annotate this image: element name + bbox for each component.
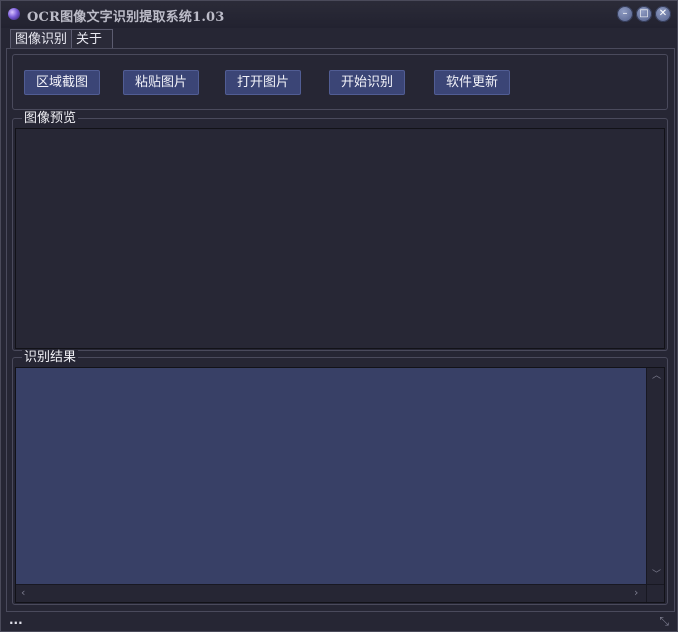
vertical-scrollbar[interactable]: ︿ ﹀: [647, 368, 664, 584]
result-box: ︿ ﹀ ‹ ›: [15, 367, 665, 603]
title-bar[interactable]: OCR图像文字识别提取系统1.03 – □ ✕: [1, 1, 677, 28]
maximize-button[interactable]: □: [636, 6, 652, 22]
scroll-right-icon[interactable]: ›: [634, 587, 638, 598]
close-button[interactable]: ✕: [655, 6, 671, 22]
software-update-button[interactable]: 软件更新: [434, 70, 510, 95]
scroll-down-icon[interactable]: ﹀: [652, 570, 661, 580]
tab-image-recognition[interactable]: 图像识别: [10, 29, 75, 50]
preview-group: 图像预览: [12, 111, 668, 351]
scroll-corner: [647, 585, 664, 602]
region-capture-button[interactable]: 区域截图: [24, 70, 100, 95]
resize-grip-icon[interactable]: ⤡: [659, 614, 669, 629]
result-label: 识别结果: [22, 350, 79, 365]
paste-image-button[interactable]: 粘贴图片: [123, 70, 199, 95]
result-textarea[interactable]: [16, 368, 646, 584]
app-window: OCR图像文字识别提取系统1.03 – □ ✕ 图像识别 关于 区域截图 粘贴图…: [0, 0, 678, 632]
preview-label: 图像预览: [22, 111, 79, 126]
scroll-left-icon[interactable]: ‹: [21, 587, 25, 598]
minimize-button[interactable]: –: [617, 6, 633, 22]
status-text: ...: [9, 613, 23, 627]
result-group: 识别结果 ︿ ﹀ ‹ ›: [12, 350, 668, 605]
horizontal-scrollbar[interactable]: ‹ ›: [16, 585, 646, 602]
tab-about[interactable]: 关于: [71, 29, 113, 49]
start-recognition-button[interactable]: 开始识别: [329, 70, 405, 95]
window-title: OCR图像文字识别提取系统1.03: [27, 10, 225, 25]
toolbar: 区域截图 粘贴图片 打开图片 开始识别 软件更新: [12, 54, 668, 110]
status-bar: ... ⤡: [1, 612, 677, 631]
app-logo-icon: [8, 8, 20, 20]
image-preview: [15, 128, 665, 349]
tab-content: 区域截图 粘贴图片 打开图片 开始识别 软件更新 图像预览 识别结果 ︿ ﹀ ‹…: [6, 48, 675, 612]
scroll-up-icon[interactable]: ︿: [652, 371, 661, 381]
open-image-button[interactable]: 打开图片: [225, 70, 301, 95]
